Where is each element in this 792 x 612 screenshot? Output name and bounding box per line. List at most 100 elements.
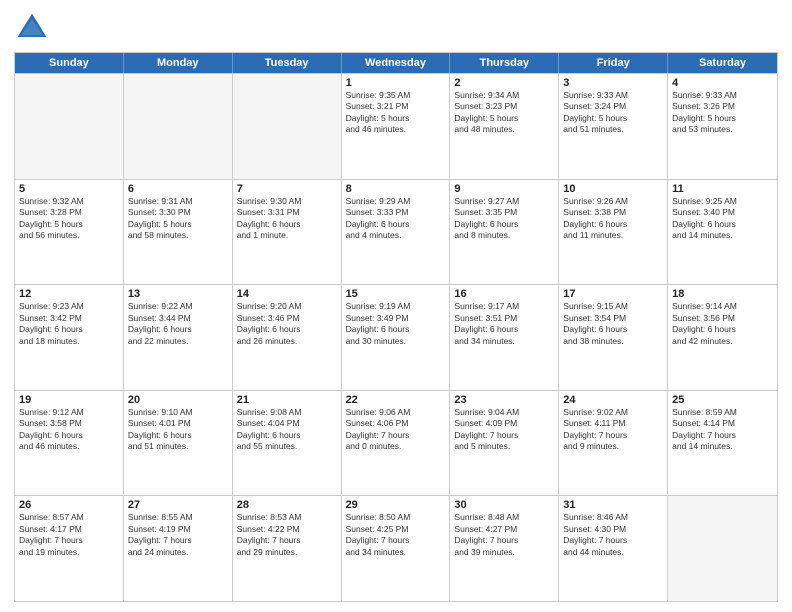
day-number: 15 bbox=[346, 288, 446, 300]
day-number: 11 bbox=[672, 183, 773, 195]
day-number: 10 bbox=[563, 183, 663, 195]
logo-icon bbox=[14, 10, 50, 46]
day-cell: 4Sunrise: 9:33 AM Sunset: 3:26 PM Daylig… bbox=[668, 74, 777, 179]
day-info: Sunrise: 9:35 AM Sunset: 3:21 PM Dayligh… bbox=[346, 90, 446, 136]
weekday-header: Thursday bbox=[450, 53, 559, 73]
day-info: Sunrise: 9:22 AM Sunset: 3:44 PM Dayligh… bbox=[128, 301, 228, 347]
day-info: Sunrise: 8:57 AM Sunset: 4:17 PM Dayligh… bbox=[19, 512, 119, 558]
day-info: Sunrise: 9:20 AM Sunset: 3:46 PM Dayligh… bbox=[237, 301, 337, 347]
day-number: 18 bbox=[672, 288, 773, 300]
weekday-header: Saturday bbox=[668, 53, 777, 73]
weekday-header: Monday bbox=[124, 53, 233, 73]
day-info: Sunrise: 9:33 AM Sunset: 3:24 PM Dayligh… bbox=[563, 90, 663, 136]
day-number: 20 bbox=[128, 394, 228, 406]
day-cell: 15Sunrise: 9:19 AM Sunset: 3:49 PM Dayli… bbox=[342, 285, 451, 390]
day-cell: 9Sunrise: 9:27 AM Sunset: 3:35 PM Daylig… bbox=[450, 180, 559, 285]
day-info: Sunrise: 9:14 AM Sunset: 3:56 PM Dayligh… bbox=[672, 301, 773, 347]
day-info: Sunrise: 9:29 AM Sunset: 3:33 PM Dayligh… bbox=[346, 196, 446, 242]
weekday-header: Wednesday bbox=[342, 53, 451, 73]
day-number: 13 bbox=[128, 288, 228, 300]
day-info: Sunrise: 9:30 AM Sunset: 3:31 PM Dayligh… bbox=[237, 196, 337, 242]
day-cell: 29Sunrise: 8:50 AM Sunset: 4:25 PM Dayli… bbox=[342, 496, 451, 601]
weekday-header: Sunday bbox=[15, 53, 124, 73]
day-cell: 14Sunrise: 9:20 AM Sunset: 3:46 PM Dayli… bbox=[233, 285, 342, 390]
calendar: SundayMondayTuesdayWednesdayThursdayFrid… bbox=[14, 52, 778, 602]
day-number: 29 bbox=[346, 499, 446, 511]
empty-cell bbox=[124, 74, 233, 179]
day-number: 21 bbox=[237, 394, 337, 406]
weekday-header: Friday bbox=[559, 53, 668, 73]
day-info: Sunrise: 8:55 AM Sunset: 4:19 PM Dayligh… bbox=[128, 512, 228, 558]
day-info: Sunrise: 8:48 AM Sunset: 4:27 PM Dayligh… bbox=[454, 512, 554, 558]
day-number: 2 bbox=[454, 77, 554, 89]
day-number: 26 bbox=[19, 499, 119, 511]
day-info: Sunrise: 9:04 AM Sunset: 4:09 PM Dayligh… bbox=[454, 407, 554, 453]
day-info: Sunrise: 9:02 AM Sunset: 4:11 PM Dayligh… bbox=[563, 407, 663, 453]
calendar-row: 12Sunrise: 9:23 AM Sunset: 3:42 PM Dayli… bbox=[15, 284, 777, 390]
day-cell: 27Sunrise: 8:55 AM Sunset: 4:19 PM Dayli… bbox=[124, 496, 233, 601]
day-cell: 1Sunrise: 9:35 AM Sunset: 3:21 PM Daylig… bbox=[342, 74, 451, 179]
day-number: 30 bbox=[454, 499, 554, 511]
day-info: Sunrise: 9:27 AM Sunset: 3:35 PM Dayligh… bbox=[454, 196, 554, 242]
day-number: 9 bbox=[454, 183, 554, 195]
day-number: 31 bbox=[563, 499, 663, 511]
day-cell: 23Sunrise: 9:04 AM Sunset: 4:09 PM Dayli… bbox=[450, 391, 559, 496]
day-number: 25 bbox=[672, 394, 773, 406]
day-info: Sunrise: 9:10 AM Sunset: 4:01 PM Dayligh… bbox=[128, 407, 228, 453]
weekday-header: Tuesday bbox=[233, 53, 342, 73]
page: SundayMondayTuesdayWednesdayThursdayFrid… bbox=[0, 0, 792, 612]
day-cell: 31Sunrise: 8:46 AM Sunset: 4:30 PM Dayli… bbox=[559, 496, 668, 601]
day-cell: 7Sunrise: 9:30 AM Sunset: 3:31 PM Daylig… bbox=[233, 180, 342, 285]
day-info: Sunrise: 8:46 AM Sunset: 4:30 PM Dayligh… bbox=[563, 512, 663, 558]
day-number: 3 bbox=[563, 77, 663, 89]
day-number: 22 bbox=[346, 394, 446, 406]
day-number: 24 bbox=[563, 394, 663, 406]
day-number: 19 bbox=[19, 394, 119, 406]
day-info: Sunrise: 8:53 AM Sunset: 4:22 PM Dayligh… bbox=[237, 512, 337, 558]
header bbox=[14, 10, 778, 46]
day-number: 12 bbox=[19, 288, 119, 300]
day-number: 14 bbox=[237, 288, 337, 300]
empty-cell bbox=[668, 496, 777, 601]
day-info: Sunrise: 9:34 AM Sunset: 3:23 PM Dayligh… bbox=[454, 90, 554, 136]
day-cell: 26Sunrise: 8:57 AM Sunset: 4:17 PM Dayli… bbox=[15, 496, 124, 601]
day-number: 1 bbox=[346, 77, 446, 89]
day-cell: 6Sunrise: 9:31 AM Sunset: 3:30 PM Daylig… bbox=[124, 180, 233, 285]
day-number: 17 bbox=[563, 288, 663, 300]
day-number: 7 bbox=[237, 183, 337, 195]
day-cell: 16Sunrise: 9:17 AM Sunset: 3:51 PM Dayli… bbox=[450, 285, 559, 390]
calendar-row: 1Sunrise: 9:35 AM Sunset: 3:21 PM Daylig… bbox=[15, 73, 777, 179]
day-cell: 10Sunrise: 9:26 AM Sunset: 3:38 PM Dayli… bbox=[559, 180, 668, 285]
day-info: Sunrise: 9:25 AM Sunset: 3:40 PM Dayligh… bbox=[672, 196, 773, 242]
day-info: Sunrise: 9:23 AM Sunset: 3:42 PM Dayligh… bbox=[19, 301, 119, 347]
day-cell: 21Sunrise: 9:08 AM Sunset: 4:04 PM Dayli… bbox=[233, 391, 342, 496]
day-info: Sunrise: 9:31 AM Sunset: 3:30 PM Dayligh… bbox=[128, 196, 228, 242]
day-info: Sunrise: 9:08 AM Sunset: 4:04 PM Dayligh… bbox=[237, 407, 337, 453]
day-cell: 13Sunrise: 9:22 AM Sunset: 3:44 PM Dayli… bbox=[124, 285, 233, 390]
day-cell: 3Sunrise: 9:33 AM Sunset: 3:24 PM Daylig… bbox=[559, 74, 668, 179]
day-number: 5 bbox=[19, 183, 119, 195]
day-cell: 19Sunrise: 9:12 AM Sunset: 3:58 PM Dayli… bbox=[15, 391, 124, 496]
day-cell: 5Sunrise: 9:32 AM Sunset: 3:28 PM Daylig… bbox=[15, 180, 124, 285]
day-info: Sunrise: 9:12 AM Sunset: 3:58 PM Dayligh… bbox=[19, 407, 119, 453]
day-number: 6 bbox=[128, 183, 228, 195]
day-cell: 2Sunrise: 9:34 AM Sunset: 3:23 PM Daylig… bbox=[450, 74, 559, 179]
day-info: Sunrise: 9:33 AM Sunset: 3:26 PM Dayligh… bbox=[672, 90, 773, 136]
day-number: 23 bbox=[454, 394, 554, 406]
day-cell: 20Sunrise: 9:10 AM Sunset: 4:01 PM Dayli… bbox=[124, 391, 233, 496]
day-cell: 17Sunrise: 9:15 AM Sunset: 3:54 PM Dayli… bbox=[559, 285, 668, 390]
day-number: 4 bbox=[672, 77, 773, 89]
day-number: 28 bbox=[237, 499, 337, 511]
day-number: 16 bbox=[454, 288, 554, 300]
day-info: Sunrise: 8:59 AM Sunset: 4:14 PM Dayligh… bbox=[672, 407, 773, 453]
day-number: 8 bbox=[346, 183, 446, 195]
day-cell: 30Sunrise: 8:48 AM Sunset: 4:27 PM Dayli… bbox=[450, 496, 559, 601]
day-info: Sunrise: 8:50 AM Sunset: 4:25 PM Dayligh… bbox=[346, 512, 446, 558]
empty-cell bbox=[15, 74, 124, 179]
empty-cell bbox=[233, 74, 342, 179]
day-cell: 24Sunrise: 9:02 AM Sunset: 4:11 PM Dayli… bbox=[559, 391, 668, 496]
day-cell: 28Sunrise: 8:53 AM Sunset: 4:22 PM Dayli… bbox=[233, 496, 342, 601]
day-info: Sunrise: 9:19 AM Sunset: 3:49 PM Dayligh… bbox=[346, 301, 446, 347]
day-info: Sunrise: 9:32 AM Sunset: 3:28 PM Dayligh… bbox=[19, 196, 119, 242]
day-info: Sunrise: 9:17 AM Sunset: 3:51 PM Dayligh… bbox=[454, 301, 554, 347]
